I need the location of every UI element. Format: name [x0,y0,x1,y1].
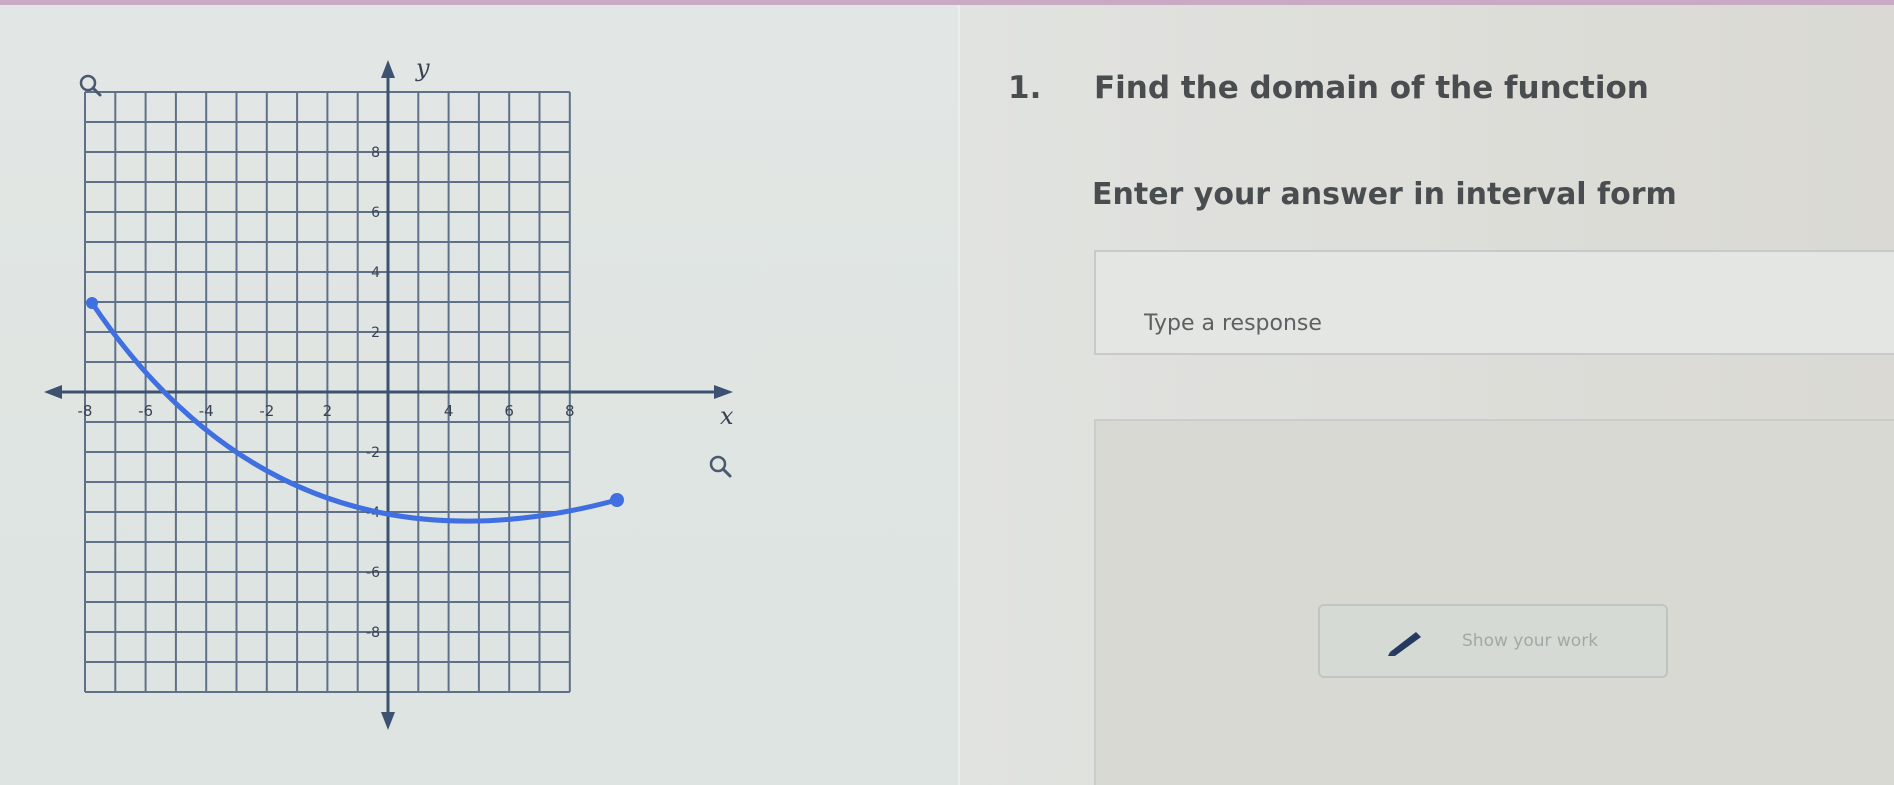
x-axis-right-arrow [714,385,733,399]
function-graph: y x -8 -6 -4 -2 2 4 6 88642-2-4-6-8 [44,54,734,730]
graph-axes [44,60,733,730]
x-tick-label: -8 [78,402,93,420]
y-tick-label: -6 [366,565,380,581]
x-tick-label: 8 [565,402,575,420]
y-axis-bottom-arrow [381,712,395,730]
x-axis-label: x [720,402,734,430]
y-tick-label: -8 [366,625,380,641]
x-tick-label: -2 [259,402,274,420]
response-input[interactable] [1094,250,1894,355]
y-tick-label: 8 [371,145,380,161]
question-title: Find the domain of the function [1094,70,1649,106]
x-tick-label: -4 [199,402,214,420]
y-tick-label: 6 [371,205,380,221]
x-tick-label: 4 [444,402,454,420]
x-tick-label: 2 [323,402,333,420]
question-number: 1. [1008,70,1042,106]
work-area[interactable] [1094,419,1894,785]
x-tick-label: -6 [138,402,153,420]
show-work-label: Show your work [1462,631,1599,651]
y-tick-label: -2 [366,445,380,461]
pencil-icon [1388,632,1421,656]
show-work-button[interactable]: Show your work [1318,604,1668,678]
answer-instruction: Enter your answer in interval form [1092,177,1677,212]
y-tick-label: 4 [371,265,380,281]
y-axis-top-arrow [381,60,395,78]
x-axis-left-arrow [44,385,62,399]
function-curve [89,300,620,524]
curve-end-point [610,493,624,507]
x-tick-label: 6 [504,402,514,420]
magnifier-icon[interactable] [709,455,732,478]
y-axis-label: y [415,54,430,82]
y-tick-label: 2 [371,325,380,341]
curve-start-point [86,297,98,309]
